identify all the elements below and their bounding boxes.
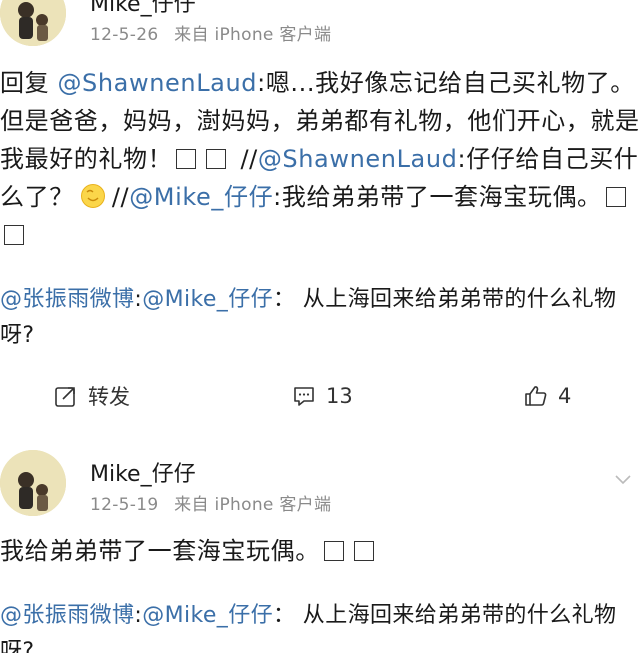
separator: // <box>240 145 258 173</box>
post-body: 回复 @ShawnenLaud:嗯...我好像忘记给自己买礼物了。但是爸爸，妈妈… <box>0 64 640 254</box>
comment-button[interactable]: 13 <box>292 380 353 412</box>
square-emoji-icon <box>206 149 227 169</box>
username[interactable]: Mike_仔仔 <box>90 0 196 18</box>
mention-link[interactable]: @张振雨微博 <box>0 603 134 628</box>
like-button[interactable]: 4 <box>524 380 571 412</box>
post-meta: 12-5-26 来自 iPhone 客户端 <box>90 20 331 45</box>
like-count: 4 <box>558 384 572 408</box>
quoted-post[interactable]: @张振雨微博:@Mike_仔仔： 从上海回来给弟弟带的什么礼物呀? <box>0 282 640 354</box>
mention-link[interactable]: @Mike_仔仔 <box>129 183 273 211</box>
quoted-post[interactable]: @张振雨微博:@Mike_仔仔： 从上海回来给弟弟带的什么礼物呀? <box>0 598 640 653</box>
post-body: 我给弟弟带了一套海宝玩偶。 <box>0 532 640 570</box>
mention-link[interactable]: @张振雨微博 <box>0 287 134 312</box>
smile-face-icon <box>80 184 105 208</box>
square-emoji-icon <box>4 225 24 245</box>
thumbs-up-icon <box>525 386 547 406</box>
avatar[interactable] <box>0 450 66 516</box>
post-meta: 12-5-19 来自 iPhone 客户端 <box>90 490 331 515</box>
square-emoji-icon <box>605 187 626 207</box>
square-emoji-icon <box>176 149 197 169</box>
body-text: 我给弟弟带了一套海宝玩偶。 <box>0 537 320 565</box>
post-source: 来自 iPhone 客户端 <box>174 495 332 515</box>
separator: // <box>111 183 130 211</box>
repost-label: 转发 <box>88 385 130 409</box>
comment-icon <box>294 387 314 406</box>
post-date: 12-5-26 <box>90 25 159 45</box>
post-date: 12-5-19 <box>90 495 159 515</box>
repost-button[interactable]: 转发 <box>54 380 130 412</box>
avatar[interactable] <box>0 0 66 46</box>
chevron-down-icon[interactable] <box>614 470 632 488</box>
mention-link[interactable]: @Mike_仔仔 <box>142 603 273 628</box>
comment-count: 13 <box>326 384 353 408</box>
post-source: 来自 iPhone 客户端 <box>174 25 332 45</box>
username[interactable]: Mike_仔仔 <box>90 456 196 488</box>
post-header: Mike_仔仔 12-5-19 来自 iPhone 客户端 <box>0 450 640 516</box>
repost-icon <box>55 387 75 407</box>
reply-prefix: 回复 <box>0 69 50 97</box>
weibo-feed: Mike_仔仔 12-5-26 来自 iPhone 客户端 回复 @Shawne… <box>0 0 640 653</box>
mention-link[interactable]: @ShawnenLaud <box>258 145 458 173</box>
mention-link[interactable]: @ShawnenLaud <box>57 69 257 97</box>
action-bar: 转发 13 4 <box>0 380 640 412</box>
body-text: :我给弟弟带了一套海宝玩偶。 <box>273 183 602 211</box>
post-header: Mike_仔仔 12-5-26 来自 iPhone 客户端 <box>0 0 640 46</box>
square-emoji-icon <box>323 541 344 561</box>
mention-link[interactable]: @Mike_仔仔 <box>142 287 273 312</box>
square-emoji-icon <box>353 541 374 561</box>
